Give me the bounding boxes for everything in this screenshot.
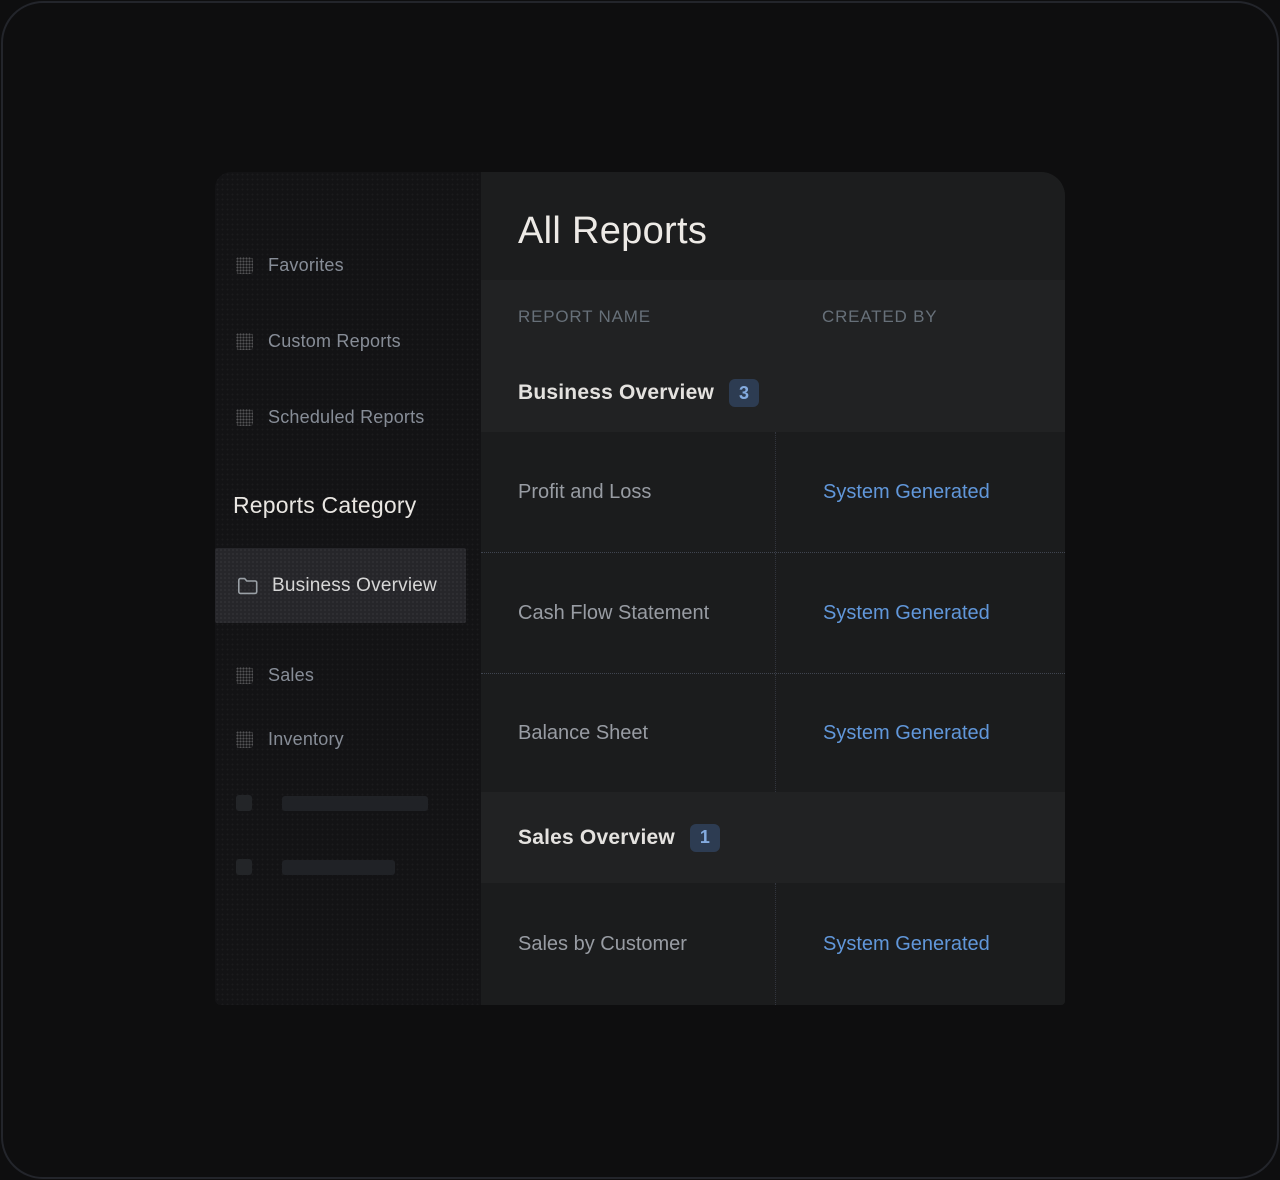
group-header-business-overview[interactable]: Business Overview 3: [481, 354, 1065, 432]
sidebar-item-label: Custom Reports: [268, 331, 401, 352]
created-by-cell: System Generated: [775, 432, 1065, 552]
skeleton-bar: [282, 860, 395, 875]
folder-icon: [237, 577, 258, 595]
created-by-cell: System Generated: [775, 883, 1065, 1005]
table-row-balance-sheet[interactable]: Balance Sheet System Generated: [481, 673, 1065, 792]
sidebar-item-inventory[interactable]: Inventory: [215, 719, 481, 759]
sidebar-item-business-overview[interactable]: Business Overview: [215, 548, 466, 623]
page-title: All Reports: [518, 207, 1065, 255]
table-row-cash-flow-statement[interactable]: Cash Flow Statement System Generated: [481, 552, 1065, 673]
skeleton-icon: [236, 795, 252, 811]
sidebar-item-label: Sales: [268, 665, 314, 686]
sidebar-item-custom-reports[interactable]: Custom Reports: [215, 321, 481, 361]
created-by-link[interactable]: System Generated: [823, 722, 990, 745]
sidebar-item-label: Scheduled Reports: [268, 407, 425, 428]
table-row-profit-and-loss[interactable]: Profit and Loss System Generated: [481, 432, 1065, 552]
group-name: Business Overview: [518, 381, 714, 405]
sidebar-item-label: Business Overview: [272, 575, 437, 597]
count-badge: 3: [729, 379, 759, 407]
main-header: All Reports: [481, 172, 1065, 280]
sidebar-item-favorites[interactable]: Favorites: [215, 245, 481, 285]
report-name-cell: Sales by Customer: [481, 883, 775, 1005]
sidebar-item-label: Favorites: [268, 255, 344, 276]
reports-app-panel: Favorites Custom Reports Scheduled Repor…: [215, 172, 1065, 1005]
created-by-cell: System Generated: [775, 674, 1065, 792]
sidebar: Favorites Custom Reports Scheduled Repor…: [215, 172, 481, 1005]
report-name-cell: Balance Sheet: [481, 674, 775, 792]
sidebar-skeleton-item: [215, 859, 481, 875]
report-name-cell: Profit and Loss: [481, 432, 775, 552]
count-badge: 1: [690, 824, 720, 852]
created-by-link[interactable]: System Generated: [823, 481, 990, 504]
column-header-created-by: CREATED BY: [775, 307, 1065, 327]
sidebar-item-sales[interactable]: Sales: [215, 655, 481, 695]
group-name: Sales Overview: [518, 826, 675, 850]
sidebar-item-scheduled-reports[interactable]: Scheduled Reports: [215, 397, 481, 437]
table-row-sales-by-customer[interactable]: Sales by Customer System Generated: [481, 883, 1065, 1005]
skeleton-bar: [282, 796, 428, 811]
sidebar-item-label: Inventory: [268, 729, 344, 750]
column-header-report-name: REPORT NAME: [481, 307, 775, 327]
report-name-cell: Cash Flow Statement: [481, 553, 775, 673]
favorites-icon: [236, 257, 253, 274]
all-reports-main: All Reports REPORT NAME CREATED BY Busin…: [481, 172, 1065, 1005]
created-by-link[interactable]: System Generated: [823, 933, 990, 956]
table-header-row: REPORT NAME CREATED BY: [481, 280, 1065, 354]
created-by-cell: System Generated: [775, 553, 1065, 673]
created-by-link[interactable]: System Generated: [823, 602, 990, 625]
sidebar-skeleton-item: [215, 795, 481, 811]
inventory-icon: [236, 731, 253, 748]
sales-icon: [236, 667, 253, 684]
sidebar-section-title: Reports Category: [215, 490, 481, 520]
scheduled-reports-icon: [236, 409, 253, 426]
skeleton-icon: [236, 859, 252, 875]
custom-reports-icon: [236, 333, 253, 350]
group-header-sales-overview[interactable]: Sales Overview 1: [481, 792, 1065, 883]
